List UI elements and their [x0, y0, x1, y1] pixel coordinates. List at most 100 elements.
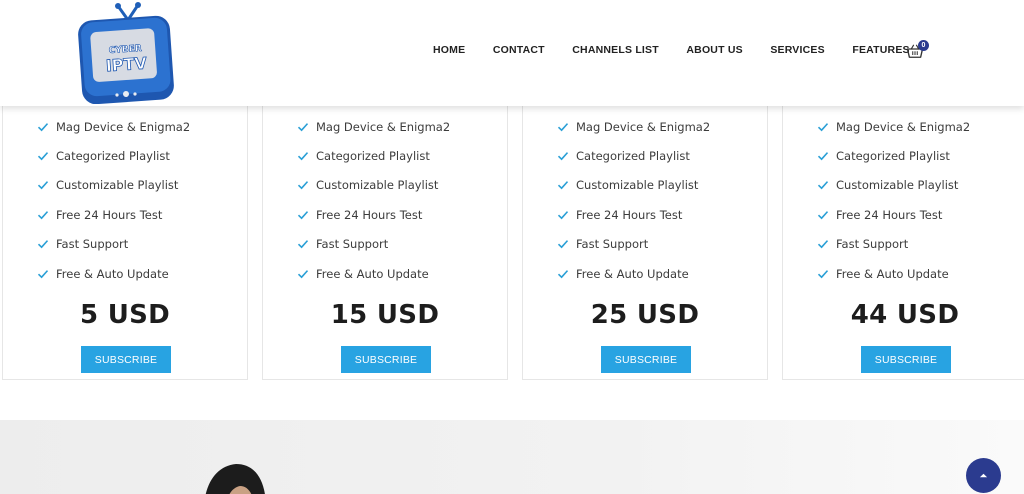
scroll-to-top-button[interactable]: [966, 458, 1001, 493]
site-logo[interactable]: CYBER IPTV: [74, 0, 178, 105]
check-icon: [817, 179, 829, 191]
feature-item: Free & Auto Update: [557, 259, 710, 288]
feature-item: Customizable Playlist: [297, 171, 450, 200]
nav-home[interactable]: HOME: [433, 44, 465, 56]
feature-label: Customizable Playlist: [316, 178, 439, 193]
feature-label: Customizable Playlist: [56, 178, 179, 193]
feature-item: Free & Auto Update: [37, 259, 190, 288]
check-icon: [817, 150, 829, 162]
feature-item: Free 24 Hours Test: [557, 200, 710, 229]
feature-item: Fast Support: [557, 230, 710, 259]
feature-item: Free & Auto Update: [817, 259, 970, 288]
check-icon: [557, 268, 569, 280]
feature-label: Categorized Playlist: [316, 149, 430, 164]
nav-features[interactable]: FEATURES: [852, 44, 909, 56]
feature-item: Mag Device & Enigma2: [37, 112, 190, 141]
feature-item: Categorized Playlist: [37, 141, 190, 170]
check-icon: [37, 268, 49, 280]
cart-button[interactable]: 0: [906, 40, 930, 62]
check-icon: [297, 238, 309, 250]
plan-price: 15 USD: [330, 300, 440, 330]
chevron-up-icon: [979, 473, 988, 478]
check-icon: [37, 121, 49, 133]
logo-text-bottom: IPTV: [105, 54, 148, 76]
check-icon: [297, 150, 309, 162]
check-icon: [557, 179, 569, 191]
feature-label: Customizable Playlist: [576, 178, 699, 193]
feature-label: Categorized Playlist: [576, 149, 690, 164]
feature-label: Mag Device & Enigma2: [56, 119, 191, 134]
subscribe-button[interactable]: SUBSCRIBE: [81, 346, 171, 373]
cart-count-badge: 0: [918, 40, 929, 51]
feature-label: Free & Auto Update: [56, 266, 169, 281]
feature-label: Fast Support: [316, 237, 389, 252]
feature-label: Free & Auto Update: [836, 266, 949, 281]
feature-label: Mag Device & Enigma2: [576, 119, 711, 134]
feature-item: Free 24 Hours Test: [297, 200, 450, 229]
feature-list: Mag Device & Enigma2 Categorized Playlis…: [297, 112, 450, 288]
site-header: CYBER IPTV HOME CONTACT CHANNELS LIST AB…: [0, 0, 1024, 106]
check-icon: [297, 179, 309, 191]
check-icon: [817, 238, 829, 250]
person-image: [205, 464, 265, 494]
check-icon: [297, 121, 309, 133]
feature-list: Mag Device & Enigma2 Categorized Playlis…: [817, 112, 970, 288]
plan-price: 5 USD: [79, 300, 171, 330]
nav-channels-list[interactable]: CHANNELS LIST: [572, 44, 659, 56]
plan-card-2: Mag Device & Enigma2 Categorized Playlis…: [262, 60, 508, 380]
check-icon: [557, 150, 569, 162]
feature-label: Mag Device & Enigma2: [316, 119, 451, 134]
hero-section: [0, 420, 1024, 494]
feature-item: Fast Support: [37, 230, 190, 259]
plan-price: 25 USD: [590, 300, 700, 330]
feature-list: Mag Device & Enigma2 Categorized Playlis…: [557, 112, 710, 288]
feature-label: Free 24 Hours Test: [56, 207, 163, 222]
feature-item: Categorized Playlist: [297, 141, 450, 170]
nav-contact[interactable]: CONTACT: [493, 44, 545, 56]
check-icon: [557, 121, 569, 133]
feature-label: Categorized Playlist: [56, 149, 170, 164]
subscribe-button[interactable]: SUBSCRIBE: [861, 346, 951, 373]
feature-list: Mag Device & Enigma2 Categorized Playlis…: [37, 112, 190, 288]
plan-card-1: Mag Device & Enigma2 Categorized Playlis…: [2, 60, 248, 380]
check-icon: [37, 238, 49, 250]
plan-card-4: Mag Device & Enigma2 Categorized Playlis…: [782, 60, 1024, 380]
check-icon: [557, 209, 569, 221]
feature-item: Mag Device & Enigma2: [557, 112, 710, 141]
check-icon: [37, 209, 49, 221]
feature-label: Free 24 Hours Test: [576, 207, 683, 222]
check-icon: [557, 238, 569, 250]
feature-item: Customizable Playlist: [37, 171, 190, 200]
nav-services[interactable]: SERVICES: [770, 44, 825, 56]
feature-label: Mag Device & Enigma2: [836, 119, 971, 134]
feature-item: Mag Device & Enigma2: [297, 112, 450, 141]
main-nav: HOME CONTACT CHANNELS LIST ABOUT US SERV…: [433, 44, 937, 56]
feature-item: Categorized Playlist: [817, 141, 970, 170]
check-icon: [37, 150, 49, 162]
feature-item: Mag Device & Enigma2: [817, 112, 970, 141]
feature-label: Fast Support: [56, 237, 129, 252]
feature-item: Free & Auto Update: [297, 259, 450, 288]
plan-price: 44 USD: [850, 300, 960, 330]
check-icon: [817, 209, 829, 221]
subscribe-button[interactable]: SUBSCRIBE: [341, 346, 431, 373]
feature-label: Free & Auto Update: [316, 266, 429, 281]
check-icon: [297, 268, 309, 280]
subscribe-button[interactable]: SUBSCRIBE: [601, 346, 691, 373]
feature-item: Customizable Playlist: [557, 171, 710, 200]
feature-label: Free 24 Hours Test: [316, 207, 423, 222]
nav-about-us[interactable]: ABOUT US: [686, 44, 742, 56]
feature-label: Fast Support: [576, 237, 649, 252]
check-icon: [37, 179, 49, 191]
feature-item: Fast Support: [297, 230, 450, 259]
feature-label: Free 24 Hours Test: [836, 207, 943, 222]
check-icon: [817, 121, 829, 133]
check-icon: [817, 268, 829, 280]
feature-item: Customizable Playlist: [817, 171, 970, 200]
feature-item: Fast Support: [817, 230, 970, 259]
plan-card-3: Mag Device & Enigma2 Categorized Playlis…: [522, 60, 768, 380]
feature-item: Categorized Playlist: [557, 141, 710, 170]
feature-label: Categorized Playlist: [836, 149, 950, 164]
feature-item: Free 24 Hours Test: [817, 200, 970, 229]
feature-label: Customizable Playlist: [836, 178, 959, 193]
